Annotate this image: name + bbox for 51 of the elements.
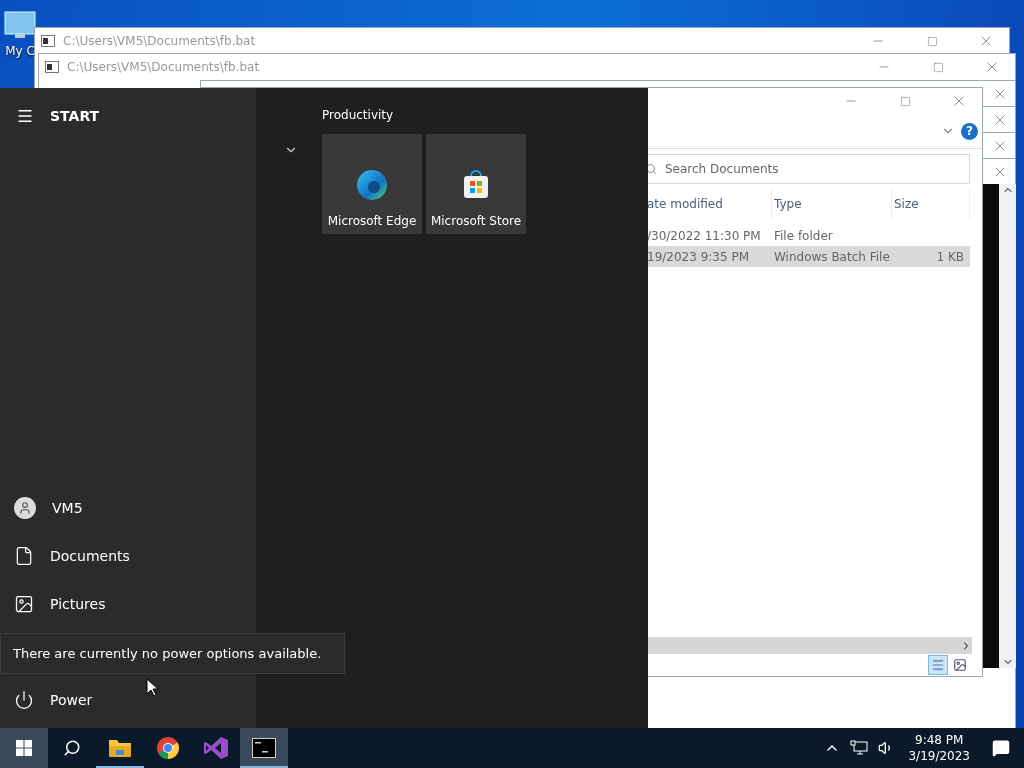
search-icon xyxy=(63,739,81,757)
window-title: C:\Users\VM5\Documents\fb.bat xyxy=(63,34,257,48)
vertical-scrollbar[interactable] xyxy=(999,184,1016,668)
item-label: Power xyxy=(50,692,93,708)
start-menu-item[interactable]: Documents xyxy=(0,532,256,580)
maximize-icon xyxy=(899,95,911,107)
details-view-button[interactable] xyxy=(928,655,948,675)
edge-icon xyxy=(355,168,389,202)
table-cell-text: File folder xyxy=(773,228,834,243)
windows-logo-icon xyxy=(16,740,32,756)
item-label: Pictures xyxy=(50,596,106,612)
desktop-icon-label[interactable]: My C xyxy=(5,44,35,58)
picture-icon xyxy=(14,594,34,614)
list-icon xyxy=(931,658,945,672)
menu-icon[interactable] xyxy=(16,107,34,125)
search-icon xyxy=(645,163,657,175)
maximize-icon xyxy=(932,61,944,73)
chrome-icon xyxy=(156,736,180,760)
folder-icon xyxy=(108,738,132,758)
item-label: VM5 xyxy=(52,500,83,516)
clock[interactable]: 9:48 PM 3/19/2023 xyxy=(908,733,970,763)
start-title: START xyxy=(50,108,100,124)
table-cell-text: 19/2023 9:35 PM xyxy=(646,249,751,264)
table-cell-text: Windows Batch File xyxy=(773,249,891,264)
start-menu-item[interactable]: Pictures xyxy=(0,580,256,628)
start-menu-item[interactable]: VM5 xyxy=(0,484,256,532)
console-icon xyxy=(252,738,276,758)
console-icon xyxy=(45,61,59,73)
tooltip: There are currently no power options available. xyxy=(0,633,345,674)
start-menu-item[interactable]: Power xyxy=(0,676,256,724)
picture-icon xyxy=(953,658,967,672)
group-label: Productivity xyxy=(322,108,395,122)
notifications-icon[interactable] xyxy=(992,739,1010,757)
maximize-icon xyxy=(926,35,938,47)
help-icon[interactable]: ? xyxy=(961,122,978,140)
item-label: Documents xyxy=(50,548,130,564)
column-header[interactable]: Type xyxy=(772,189,892,219)
taskbar-app-button[interactable] xyxy=(240,728,288,768)
visual-studio-icon xyxy=(203,736,229,760)
start-button[interactable] xyxy=(0,728,48,768)
console-icon xyxy=(41,35,55,47)
app-tile[interactable]: Microsoft Store xyxy=(426,134,526,234)
document-icon xyxy=(14,546,34,566)
table-cell-text: 1 KB xyxy=(935,249,965,264)
cursor-icon xyxy=(146,678,158,697)
network-icon[interactable] xyxy=(850,740,869,756)
app-tile[interactable]: Microsoft Edge xyxy=(322,134,422,234)
table-cell-text: /30/2022 11:30 PM xyxy=(646,228,762,243)
power-icon xyxy=(14,690,34,710)
window-title: C:\Users\VM5\Documents\fb.bat xyxy=(67,60,261,74)
column-header[interactable]: Size xyxy=(892,189,970,219)
